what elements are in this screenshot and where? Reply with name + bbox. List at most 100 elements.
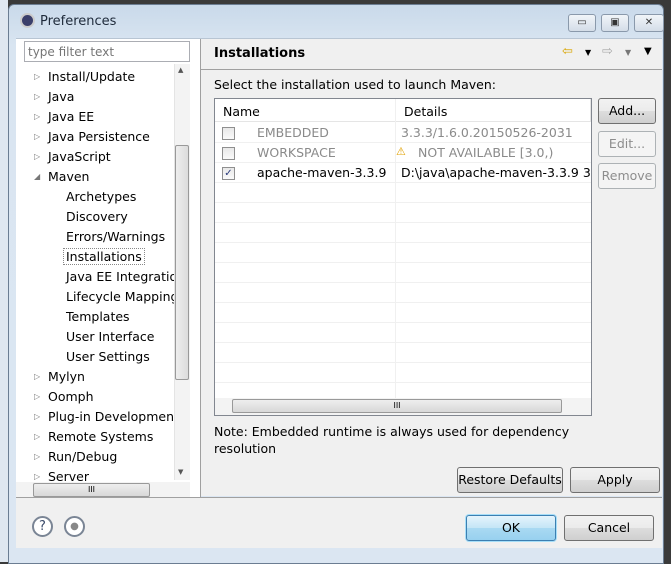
installation-name: apache-maven-3.3.9 bbox=[257, 165, 387, 180]
installation-name: EMBEDDED bbox=[257, 125, 329, 140]
tree-item[interactable]: User Interface bbox=[16, 328, 174, 346]
column-header-details[interactable]: Details bbox=[396, 99, 591, 122]
table-hscroll-thumb[interactable]: III bbox=[232, 399, 562, 413]
empty-row bbox=[215, 323, 591, 343]
filter-input[interactable] bbox=[24, 41, 190, 62]
cancel-button[interactable]: Cancel bbox=[564, 515, 654, 541]
tree-item[interactable]: ▷ Oomph bbox=[16, 388, 174, 406]
tree-item[interactable]: Archetypes bbox=[16, 188, 174, 206]
collapsed-arrow-icon[interactable]: ▷ bbox=[34, 112, 40, 121]
collapsed-arrow-icon[interactable]: ▷ bbox=[34, 72, 40, 81]
tree-item-label: Remote Systems bbox=[48, 429, 154, 444]
collapsed-arrow-icon[interactable]: ▷ bbox=[34, 152, 40, 161]
tree-item[interactable]: ◢ Maven bbox=[16, 168, 174, 186]
edit-button[interactable]: Edit... bbox=[598, 131, 656, 157]
empty-row bbox=[215, 263, 591, 283]
collapsed-arrow-icon[interactable]: ▷ bbox=[34, 92, 40, 101]
tree-scroll-thumb[interactable] bbox=[175, 145, 189, 380]
tree-item-label: JavaScript bbox=[48, 149, 111, 164]
tree-item-label: Errors/Warnings bbox=[66, 229, 166, 244]
add-button[interactable]: Add... bbox=[598, 98, 656, 124]
tree-item-label: Templates bbox=[66, 309, 130, 324]
table-row[interactable]: ✓ apache-maven-3.3.9 D:\java\apache-maven-… bbox=[215, 163, 591, 183]
tree-item[interactable]: Discovery bbox=[16, 208, 174, 226]
remove-button[interactable]: Remove bbox=[598, 163, 656, 189]
table-row[interactable]: WORKSPACE ⚠ NOT AVAILABLE [3.0,) bbox=[215, 143, 591, 163]
tree-item[interactable]: ▷ Install/Update bbox=[16, 68, 174, 86]
collapsed-arrow-icon[interactable]: ▷ bbox=[34, 392, 40, 401]
empty-row bbox=[215, 363, 591, 383]
scroll-up-icon[interactable]: ▲ bbox=[178, 66, 183, 74]
close-button[interactable]: ✕ bbox=[634, 14, 664, 32]
tree-item[interactable]: Errors/Warnings bbox=[16, 228, 174, 246]
tree-item[interactable]: User Settings bbox=[16, 348, 174, 366]
eclipse-app-icon bbox=[20, 13, 35, 28]
tree-item-label: Run/Debug bbox=[48, 449, 118, 464]
minimize-button[interactable]: ▭ bbox=[568, 14, 596, 32]
forward-icon[interactable]: ⇨ bbox=[602, 44, 613, 59]
tree-item[interactable]: ▷ JavaScript bbox=[16, 148, 174, 166]
column-header-name[interactable]: Name bbox=[215, 99, 396, 122]
view-menu-icon[interactable]: ▼ bbox=[644, 46, 652, 57]
table-row[interactable]: EMBEDDED 3.3.3/1.6.0.20150526-2031 bbox=[215, 123, 591, 143]
tree-item[interactable]: Java EE Integration bbox=[16, 268, 185, 286]
tree-item[interactable]: ▷ Java EE bbox=[16, 108, 174, 126]
installation-details: 3.3.3/1.6.0.20150526-2031 bbox=[401, 125, 573, 140]
maximize-button[interactable]: ▣ bbox=[601, 14, 629, 32]
tree-hscroll-thumb[interactable]: III bbox=[33, 483, 150, 497]
tree-item-label: Mylyn bbox=[48, 369, 85, 384]
tree-item[interactable]: ▷ Java Persistence bbox=[16, 128, 174, 146]
tree-item[interactable]: ▷ Run/Debug bbox=[16, 448, 174, 466]
record-macro-icon[interactable]: ● bbox=[64, 516, 85, 537]
warning-icon: ⚠ bbox=[396, 145, 406, 158]
tree-item[interactable]: Templates bbox=[16, 308, 174, 326]
tree-item[interactable]: Lifecycle Mappings bbox=[16, 288, 185, 306]
collapsed-arrow-icon[interactable]: ▷ bbox=[34, 432, 40, 441]
tree-item[interactable]: Installations bbox=[16, 248, 174, 266]
collapsed-arrow-icon[interactable]: ▷ bbox=[34, 372, 40, 381]
tree-item-label: Installations bbox=[63, 248, 145, 265]
tree-item[interactable]: ▷ Plug-in Development bbox=[16, 408, 179, 426]
row-checkbox[interactable] bbox=[222, 127, 235, 140]
scroll-down-icon[interactable]: ▼ bbox=[178, 468, 183, 476]
background-window-edge bbox=[0, 0, 8, 562]
restore-defaults-button[interactable]: Restore Defaults bbox=[457, 467, 563, 493]
installation-details: NOT AVAILABLE [3.0,) bbox=[418, 145, 554, 160]
empty-row bbox=[215, 283, 591, 303]
apply-button[interactable]: Apply bbox=[570, 467, 660, 493]
empty-row bbox=[215, 203, 591, 223]
ok-button[interactable]: OK bbox=[466, 515, 556, 541]
tree-item-label: Java EE bbox=[48, 109, 95, 124]
empty-row bbox=[215, 223, 591, 243]
collapsed-arrow-icon[interactable]: ▷ bbox=[34, 472, 40, 481]
collapsed-arrow-icon[interactable]: ▷ bbox=[34, 132, 40, 141]
tree-item[interactable]: ▷ Mylyn bbox=[16, 368, 174, 386]
back-icon[interactable]: ⇦ bbox=[562, 44, 573, 59]
row-checkbox[interactable] bbox=[222, 147, 235, 160]
empty-row bbox=[215, 183, 591, 203]
note-text: Note: Embedded runtime is always used fo… bbox=[214, 424, 570, 456]
forward-dropdown-icon[interactable]: ▼ bbox=[625, 48, 631, 57]
tree-item-label: Maven bbox=[48, 169, 90, 184]
tree-item-label: User Settings bbox=[66, 349, 150, 364]
collapsed-arrow-icon[interactable]: ▷ bbox=[34, 452, 40, 461]
installation-details: D:\java\apache-maven-3.3.9 3.3.9 bbox=[401, 165, 591, 180]
tree-item-label: Lifecycle Mappings bbox=[66, 289, 185, 304]
header-separator bbox=[201, 69, 662, 70]
tree-item-label: Archetypes bbox=[66, 189, 137, 204]
row-checkbox[interactable]: ✓ bbox=[222, 167, 235, 180]
tree-item-label: Java Persistence bbox=[48, 129, 150, 144]
tree-item[interactable]: ▷ Java bbox=[16, 88, 174, 106]
tree-item-label: Plug-in Development bbox=[48, 409, 179, 424]
expanded-arrow-icon[interactable]: ◢ bbox=[34, 172, 40, 181]
page-title: Installations bbox=[214, 46, 306, 61]
tree-item-label: Java EE Integration bbox=[66, 269, 186, 284]
tree-item-label: Oomph bbox=[48, 389, 94, 404]
panel-divider bbox=[200, 39, 201, 497]
tree-item[interactable]: ▷ Remote Systems bbox=[16, 428, 174, 446]
back-dropdown-icon[interactable]: ▼ bbox=[585, 48, 591, 57]
tree-item-label: Install/Update bbox=[48, 69, 136, 84]
prompt-label: Select the installation used to launch M… bbox=[214, 77, 496, 92]
help-icon[interactable]: ? bbox=[32, 516, 53, 537]
collapsed-arrow-icon[interactable]: ▷ bbox=[34, 412, 40, 421]
